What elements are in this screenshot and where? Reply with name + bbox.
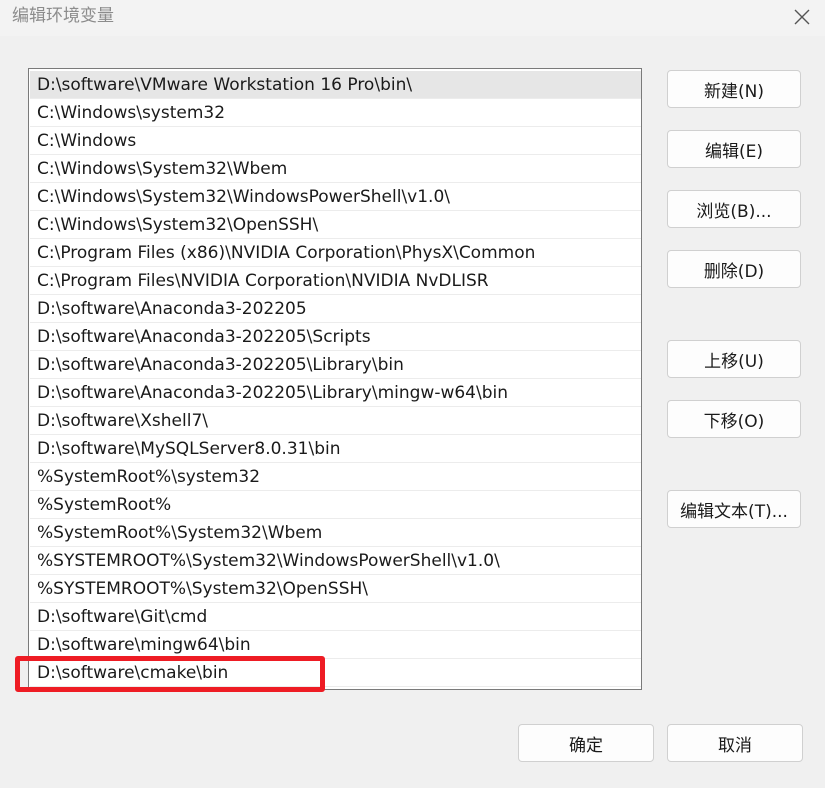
list-item[interactable]: D:\software\cmake\bin [30,659,641,687]
move-up-button[interactable]: 上移(U) [667,340,801,378]
list-item[interactable]: D:\software\Anaconda3-202205\Scripts [30,323,641,351]
list-item[interactable]: D:\software\Anaconda3-202205\Library\min… [30,379,641,407]
move-down-button[interactable]: 下移(O) [667,400,801,438]
list-item[interactable]: C:\Windows [30,127,641,155]
ok-button[interactable]: 确定 [518,724,654,762]
list-item[interactable]: %SystemRoot% [30,491,641,519]
list-item[interactable]: %SYSTEMROOT%\System32\OpenSSH\ [30,575,641,603]
close-button[interactable] [779,0,825,34]
browse-button[interactable]: 浏览(B)... [667,190,801,228]
path-list[interactable]: D:\software\VMware Workstation 16 Pro\bi… [28,68,642,690]
list-item[interactable]: D:\software\mingw64\bin [30,631,641,659]
list-item[interactable]: %SYSTEMROOT%\System32\WindowsPowerShell\… [30,547,641,575]
list-item[interactable]: D:\software\Anaconda3-202205 [30,295,641,323]
list-item[interactable]: D:\software\Xshell7\ [30,407,641,435]
list-item[interactable]: D:\software\VMware Workstation 16 Pro\bi… [30,71,641,99]
edit-env-variable-dialog: 编辑环境变量 D:\software\VMware Workstation 16… [0,0,825,788]
list-item[interactable]: C:\Windows\system32 [30,99,641,127]
new-button[interactable]: 新建(N) [667,70,801,108]
list-item[interactable]: C:\Windows\System32\Wbem [30,155,641,183]
list-item[interactable]: C:\Windows\System32\WindowsPowerShell\v1… [30,183,641,211]
window-title: 编辑环境变量 [12,6,114,26]
list-item[interactable]: D:\software\Git\cmd [30,603,641,631]
list-item[interactable]: C:\Program Files\NVIDIA Corporation\NVID… [30,267,641,295]
list-item[interactable]: D:\software\Anaconda3-202205\Library\bin [30,351,641,379]
close-icon [794,9,810,25]
list-item[interactable]: C:\Program Files (x86)\NVIDIA Corporatio… [30,239,641,267]
list-item[interactable]: %SystemRoot%\system32 [30,463,641,491]
delete-button[interactable]: 删除(D) [667,250,801,288]
list-item[interactable]: C:\Windows\System32\OpenSSH\ [30,211,641,239]
edit-text-button[interactable]: 编辑文本(T)... [667,490,801,528]
edit-button[interactable]: 编辑(E) [667,130,801,168]
list-item[interactable]: D:\software\MySQLServer8.0.31\bin [30,435,641,463]
title-bar: 编辑环境变量 [0,0,825,36]
cancel-button[interactable]: 取消 [667,724,803,762]
list-item[interactable]: %SystemRoot%\System32\Wbem [30,519,641,547]
